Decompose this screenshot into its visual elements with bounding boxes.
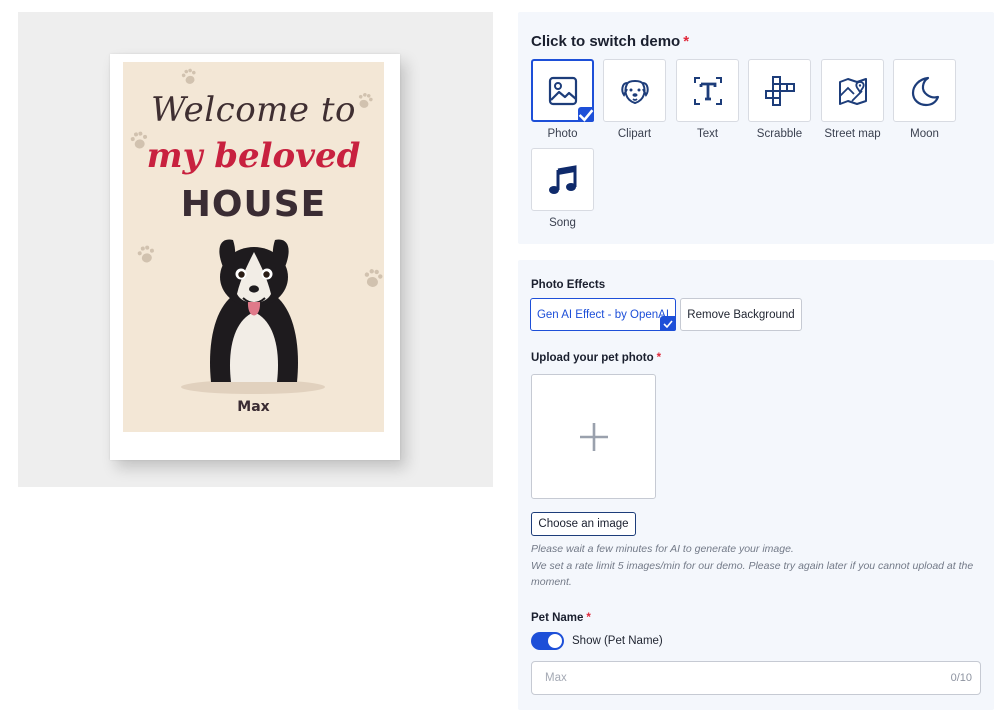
demo-option-label: Text (696, 128, 719, 140)
dog-illustration (210, 239, 298, 382)
demo-option-photo-box[interactable] (531, 59, 594, 122)
demo-option-photo[interactable]: Photo (531, 59, 594, 140)
paw-print-icon (364, 269, 383, 287)
demo-option-clipart[interactable]: Clipart (603, 59, 666, 140)
image-icon (548, 76, 577, 105)
demo-option-label: Clipart (617, 128, 652, 140)
map-icon (838, 77, 867, 105)
demo-option-street-map[interactable]: Street map (821, 59, 884, 140)
required-mark: * (656, 352, 662, 364)
upload-notice: Please wait a few minutes for AI to gene… (531, 541, 981, 591)
upload-notice-line: We set a rate limit 5 images/min for our… (531, 559, 974, 589)
demo-option-label: Song (549, 217, 576, 229)
demo-option-song-box[interactable] (531, 148, 594, 211)
poster-frame: Welcome to my beloved HOUSE Max (110, 54, 400, 460)
gen-ai-effect-button[interactable]: Gen AI Effect - by OpenAI (530, 298, 676, 331)
pet-name-input[interactable] (532, 662, 912, 694)
music-note-icon (548, 164, 576, 194)
upload-dropzone[interactable] (531, 374, 656, 499)
text-icon (693, 76, 722, 105)
remove-background-button[interactable]: Remove Background (680, 298, 802, 331)
required-mark: * (683, 33, 690, 50)
pet-name-label: Pet Name * (531, 612, 591, 624)
demo-option-scrabble-box[interactable] (748, 59, 811, 122)
poster-headline-house: HOUSE (180, 184, 327, 225)
poster-pet-name: Max (237, 399, 270, 415)
paw-print-icon (137, 245, 154, 263)
demo-option-street-map-box[interactable] (821, 59, 884, 122)
demo-option-text-box[interactable] (676, 59, 739, 122)
demo-option-label: Street map (824, 128, 881, 140)
upload-label: Upload your pet photo * (531, 352, 661, 364)
photo-effects-label: Photo Effects (531, 279, 606, 291)
poster-headline-beloved: my beloved (146, 136, 361, 176)
demo-option-clipart-box[interactable] (603, 59, 666, 122)
demo-option-label: Scrabble (756, 128, 803, 140)
demo-option-label: Moon (910, 128, 939, 140)
demo-option-scrabble[interactable]: Scrabble (748, 59, 811, 140)
plus-icon (579, 422, 608, 451)
upload-label-text: Upload your pet photo (531, 352, 654, 364)
character-counter: 0/10 (950, 672, 972, 684)
upload-notice-line: Please wait a few minutes for AI to gene… (531, 543, 794, 555)
pet-name-field[interactable]: 0/10 (531, 661, 981, 695)
dog-face-icon (620, 79, 649, 104)
demo-option-moon-box[interactable] (893, 59, 956, 122)
demo-switcher-panel: Click to switch demo * Photo Clipart Tex… (518, 12, 994, 244)
required-mark: * (586, 612, 591, 624)
selected-check-icon (578, 107, 594, 122)
demo-option-song[interactable]: Song (531, 148, 594, 229)
crossword-icon (764, 75, 795, 106)
poster-headline-welcome: Welcome to (151, 90, 356, 130)
pet-name-label-text: Pet Name (531, 612, 584, 624)
product-preview: Welcome to my beloved HOUSE Max (18, 12, 493, 487)
poster: Welcome to my beloved HOUSE Max (123, 62, 384, 432)
show-pet-name-label: Show (Pet Name) (572, 635, 663, 647)
remove-background-label: Remove Background (687, 308, 795, 321)
demo-switcher-title-text: Click to switch demo (531, 33, 681, 50)
selected-check-icon (660, 316, 676, 331)
paw-print-icon (181, 68, 196, 84)
show-pet-name-toggle-row: Show (Pet Name) (531, 632, 663, 650)
choose-image-button[interactable]: Choose an image (531, 512, 636, 536)
show-pet-name-toggle[interactable] (531, 632, 564, 650)
demo-switcher-title: Click to switch demo * (531, 33, 689, 50)
demo-option-moon[interactable]: Moon (893, 59, 956, 140)
options-panel: Photo Effects Gen AI Effect - by OpenAI … (518, 260, 994, 710)
demo-option-text[interactable]: Text (676, 59, 739, 140)
gen-ai-effect-label: Gen AI Effect - by OpenAI (536, 308, 670, 321)
moon-icon (911, 76, 939, 106)
